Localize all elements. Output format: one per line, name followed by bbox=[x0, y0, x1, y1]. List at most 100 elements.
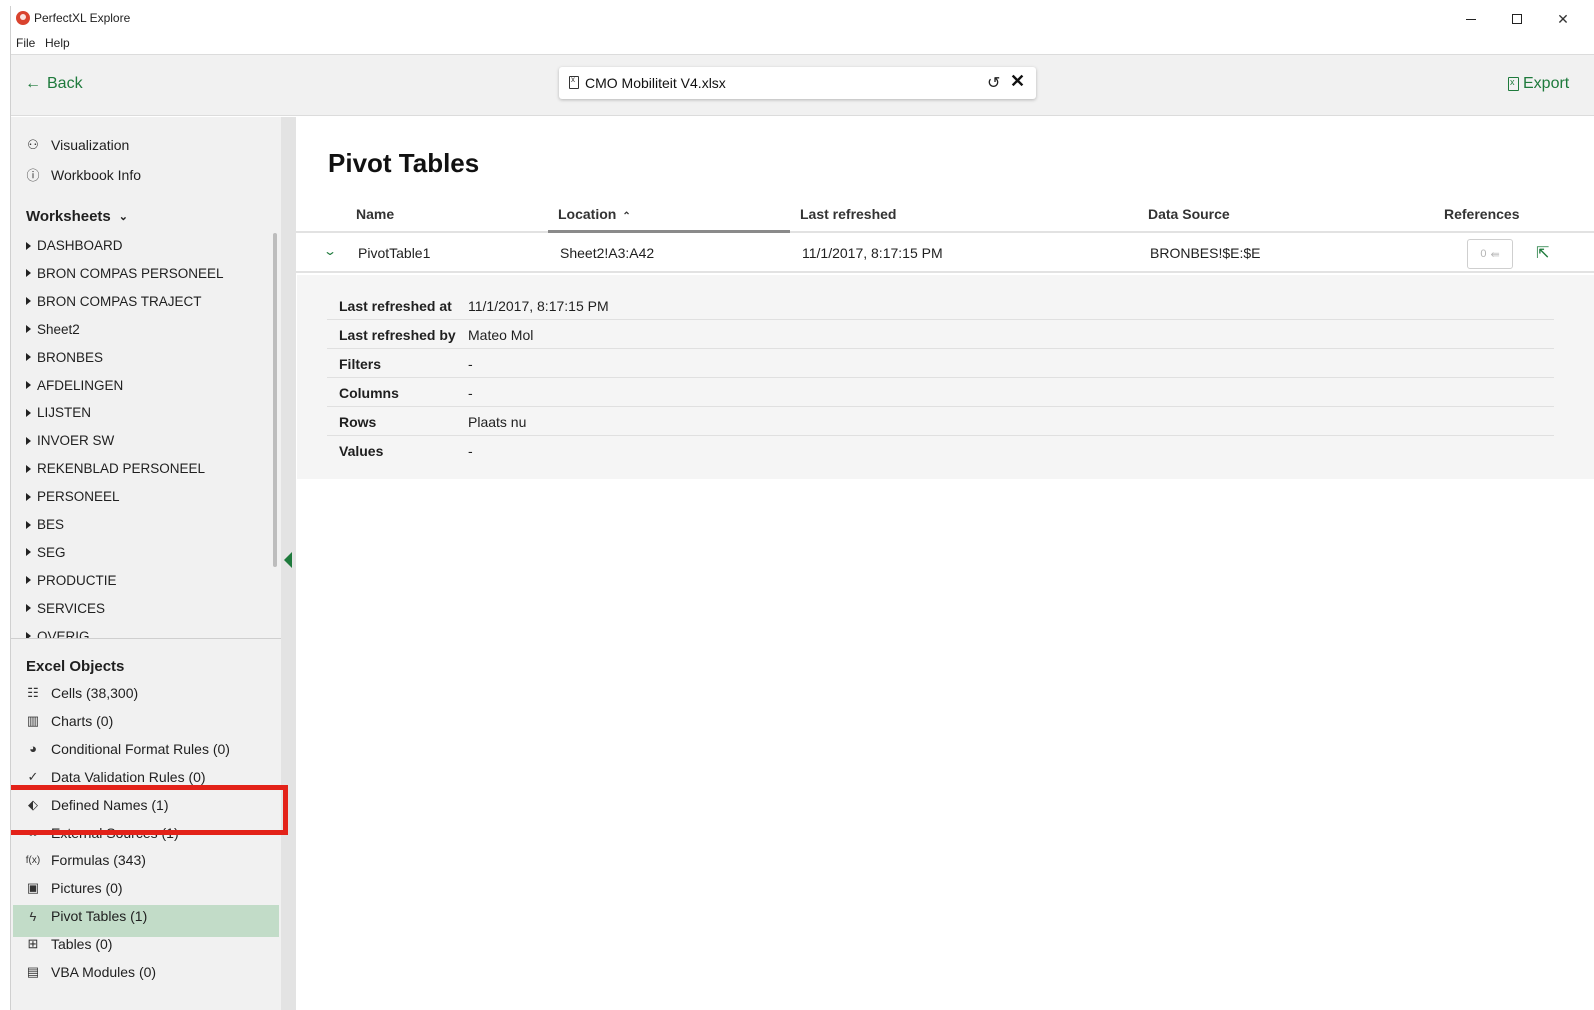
worksheet-item[interactable]: AFDELINGEN bbox=[26, 378, 123, 393]
sidebar-item-label: Conditional Format Rules (0) bbox=[51, 740, 230, 757]
worksheet-item[interactable]: PRODUCTIE bbox=[26, 573, 117, 588]
export-button[interactable]: Export bbox=[1508, 75, 1569, 93]
minimize-icon bbox=[1466, 18, 1476, 20]
worksheet-label: PRODUCTIE bbox=[37, 572, 117, 588]
sidebar-collapse-strip[interactable] bbox=[281, 117, 296, 1010]
collapse-sidebar-icon[interactable] bbox=[284, 552, 292, 568]
toolbar: ← Back CMO Mobiliteit V4.xlsx ↺ ✕ Export bbox=[11, 54, 1594, 116]
detail-label: Last refreshed at bbox=[339, 298, 452, 314]
cell-data-source[interactable]: BRONBES!$E:$E bbox=[1150, 245, 1261, 261]
menu-help[interactable]: Help bbox=[45, 36, 70, 50]
detail-value: Mateo Mol bbox=[468, 327, 534, 343]
menu-file[interactable]: File bbox=[16, 36, 35, 50]
sidebar-item-pivot-tables[interactable]: ϟ Pivot Tables (1) bbox=[25, 908, 148, 924]
worksheets-header[interactable]: Worksheets ⌄ bbox=[26, 208, 128, 225]
caret-right-icon bbox=[26, 269, 31, 278]
column-header-name[interactable]: Name bbox=[356, 206, 394, 222]
sidebar-item-tables[interactable]: ⊞ Tables (0) bbox=[25, 936, 113, 953]
minimize-button[interactable] bbox=[1448, 6, 1494, 32]
pivot-details-panel: Last refreshed at 11/1/2017, 8:17:15 PM La… bbox=[297, 275, 1594, 479]
worksheet-label: DASHBOARD bbox=[37, 238, 123, 253]
worksheet-item[interactable]: LIJSTEN bbox=[26, 405, 91, 420]
column-header-location-label: Location bbox=[558, 206, 617, 222]
worksheet-item[interactable]: SEG bbox=[26, 545, 66, 560]
worksheet-label: SERVICES bbox=[37, 600, 106, 616]
worksheet-label: LIJSTEN bbox=[37, 405, 92, 421]
worksheet-label: AFDELINGEN bbox=[37, 377, 124, 393]
worksheet-label: OVERIG bbox=[37, 628, 90, 638]
cell-name: PivotTable1 bbox=[358, 245, 431, 261]
caret-right-icon bbox=[26, 353, 31, 362]
worksheets-scrollbar[interactable] bbox=[273, 233, 277, 567]
worksheet-label: BRONBES bbox=[37, 349, 104, 365]
sidebar-item-data-validation-rules[interactable]: ✓ Data Validation Rules (0) bbox=[25, 769, 206, 785]
palette-icon: ◕ bbox=[29, 741, 37, 757]
caret-right-icon bbox=[26, 325, 31, 334]
worksheet-label: REKENBLAD PERSONEEL bbox=[37, 461, 206, 477]
cell-location[interactable]: Sheet2!A3:A42 bbox=[560, 245, 654, 261]
table-row[interactable]: ⌄ PivotTable1 Sheet2!A3:A42 11/1/2017, 8… bbox=[296, 235, 1594, 273]
sidebar-item-label: Pictures (0) bbox=[51, 880, 123, 897]
detail-label: Rows bbox=[339, 414, 377, 430]
reload-icon[interactable]: ↺ bbox=[987, 73, 1000, 93]
back-button[interactable]: ← Back bbox=[25, 75, 83, 93]
sidebar-item-pictures[interactable]: ▣ Pictures (0) bbox=[25, 880, 123, 896]
worksheet-item[interactable]: SERVICES bbox=[26, 601, 105, 616]
detail-value: - bbox=[468, 356, 473, 372]
worksheet-item[interactable]: PERSONEEL bbox=[26, 489, 120, 504]
window-close-button[interactable]: ✕ bbox=[1540, 6, 1586, 32]
page-title: Pivot Tables bbox=[328, 148, 480, 178]
worksheet-item[interactable]: BRON COMPAS TRAJECT bbox=[26, 294, 202, 309]
caret-right-icon bbox=[26, 297, 31, 306]
sidebar-item-vba-modules[interactable]: ▤ VBA Modules (0) bbox=[25, 964, 156, 980]
column-header-references[interactable]: References bbox=[1444, 206, 1520, 222]
worksheet-item[interactable]: BES bbox=[26, 517, 64, 532]
worksheet-item[interactable]: INVOER SW bbox=[26, 433, 114, 448]
worksheet-item[interactable]: BRON COMPAS PERSONEEL bbox=[26, 266, 224, 281]
detail-row: Filters - bbox=[327, 349, 1554, 378]
double-chevron-down-icon: ⌄ bbox=[118, 211, 128, 223]
arrow-left-icon: ← bbox=[25, 75, 41, 92]
worksheet-item[interactable]: OVERIG bbox=[26, 629, 90, 638]
worksheet-item[interactable]: BRONBES bbox=[26, 350, 103, 365]
check-circle-icon: ✓ bbox=[27, 768, 39, 784]
worksheet-label: PERSONEEL bbox=[37, 489, 120, 505]
sidebar: ⚇ Visualization ⓘ Workbook Info Workshee… bbox=[11, 117, 281, 1010]
reply-arrows-icon: ⇚ bbox=[1490, 248, 1500, 261]
worksheets-scroll-area[interactable]: Worksheets ⌄ DASHBOARD BRON COMPAS PERSON… bbox=[11, 117, 273, 638]
sidebar-item-charts[interactable]: ▥ Charts (0) bbox=[25, 713, 113, 729]
maximize-icon bbox=[1512, 14, 1522, 24]
detail-label: Last refreshed by bbox=[339, 327, 456, 343]
caret-right-icon bbox=[26, 464, 31, 473]
references-count: 0 bbox=[1480, 248, 1487, 260]
table-icon: ⊞ bbox=[27, 936, 39, 952]
detail-label: Columns bbox=[339, 385, 399, 401]
script-icon: ▤ bbox=[26, 964, 40, 979]
worksheet-label: BRON COMPAS TRAJECT bbox=[37, 293, 202, 309]
worksheet-label: Sheet2 bbox=[37, 321, 80, 337]
sidebar-item-label: Cells (38,300) bbox=[51, 685, 139, 701]
column-header-location[interactable]: Location ⌃ bbox=[558, 206, 631, 222]
worksheet-item[interactable]: Sheet2 bbox=[26, 322, 80, 337]
sidebar-item-label: Tables (0) bbox=[51, 936, 113, 953]
export-label: Export bbox=[1523, 75, 1570, 92]
sidebar-item-label: VBA Modules (0) bbox=[51, 964, 157, 980]
chevron-down-icon[interactable]: ⌄ bbox=[323, 244, 337, 258]
maximize-button[interactable] bbox=[1494, 6, 1540, 32]
close-file-icon[interactable]: ✕ bbox=[1010, 71, 1025, 92]
worksheet-item[interactable]: REKENBLAD PERSONEEL bbox=[26, 461, 205, 476]
open-external-icon[interactable]: ⇱ bbox=[1536, 243, 1549, 263]
sort-ascending-icon: ⌃ bbox=[622, 211, 631, 222]
detail-value: 11/1/2017, 8:17:15 PM bbox=[468, 298, 609, 314]
caret-right-icon bbox=[26, 241, 31, 250]
worksheet-item[interactable]: DASHBOARD bbox=[26, 238, 123, 253]
worksheet-label: INVOER SW bbox=[37, 433, 115, 449]
column-header-data-source[interactable]: Data Source bbox=[1148, 206, 1230, 222]
worksheet-label: BRON COMPAS PERSONEEL bbox=[37, 265, 224, 281]
references-badge[interactable]: 0 ⇚ bbox=[1467, 239, 1513, 269]
column-header-last-refreshed[interactable]: Last refreshed bbox=[800, 206, 896, 222]
sidebar-item-formulas[interactable]: f(x) Formulas (343) bbox=[25, 852, 146, 868]
sidebar-item-conditional-format-rules[interactable]: ◕ Conditional Format Rules (0) bbox=[25, 741, 230, 757]
bolt-icon: ϟ bbox=[29, 908, 37, 924]
sidebar-item-cells[interactable]: ☷ Cells (38,300) bbox=[25, 685, 138, 701]
